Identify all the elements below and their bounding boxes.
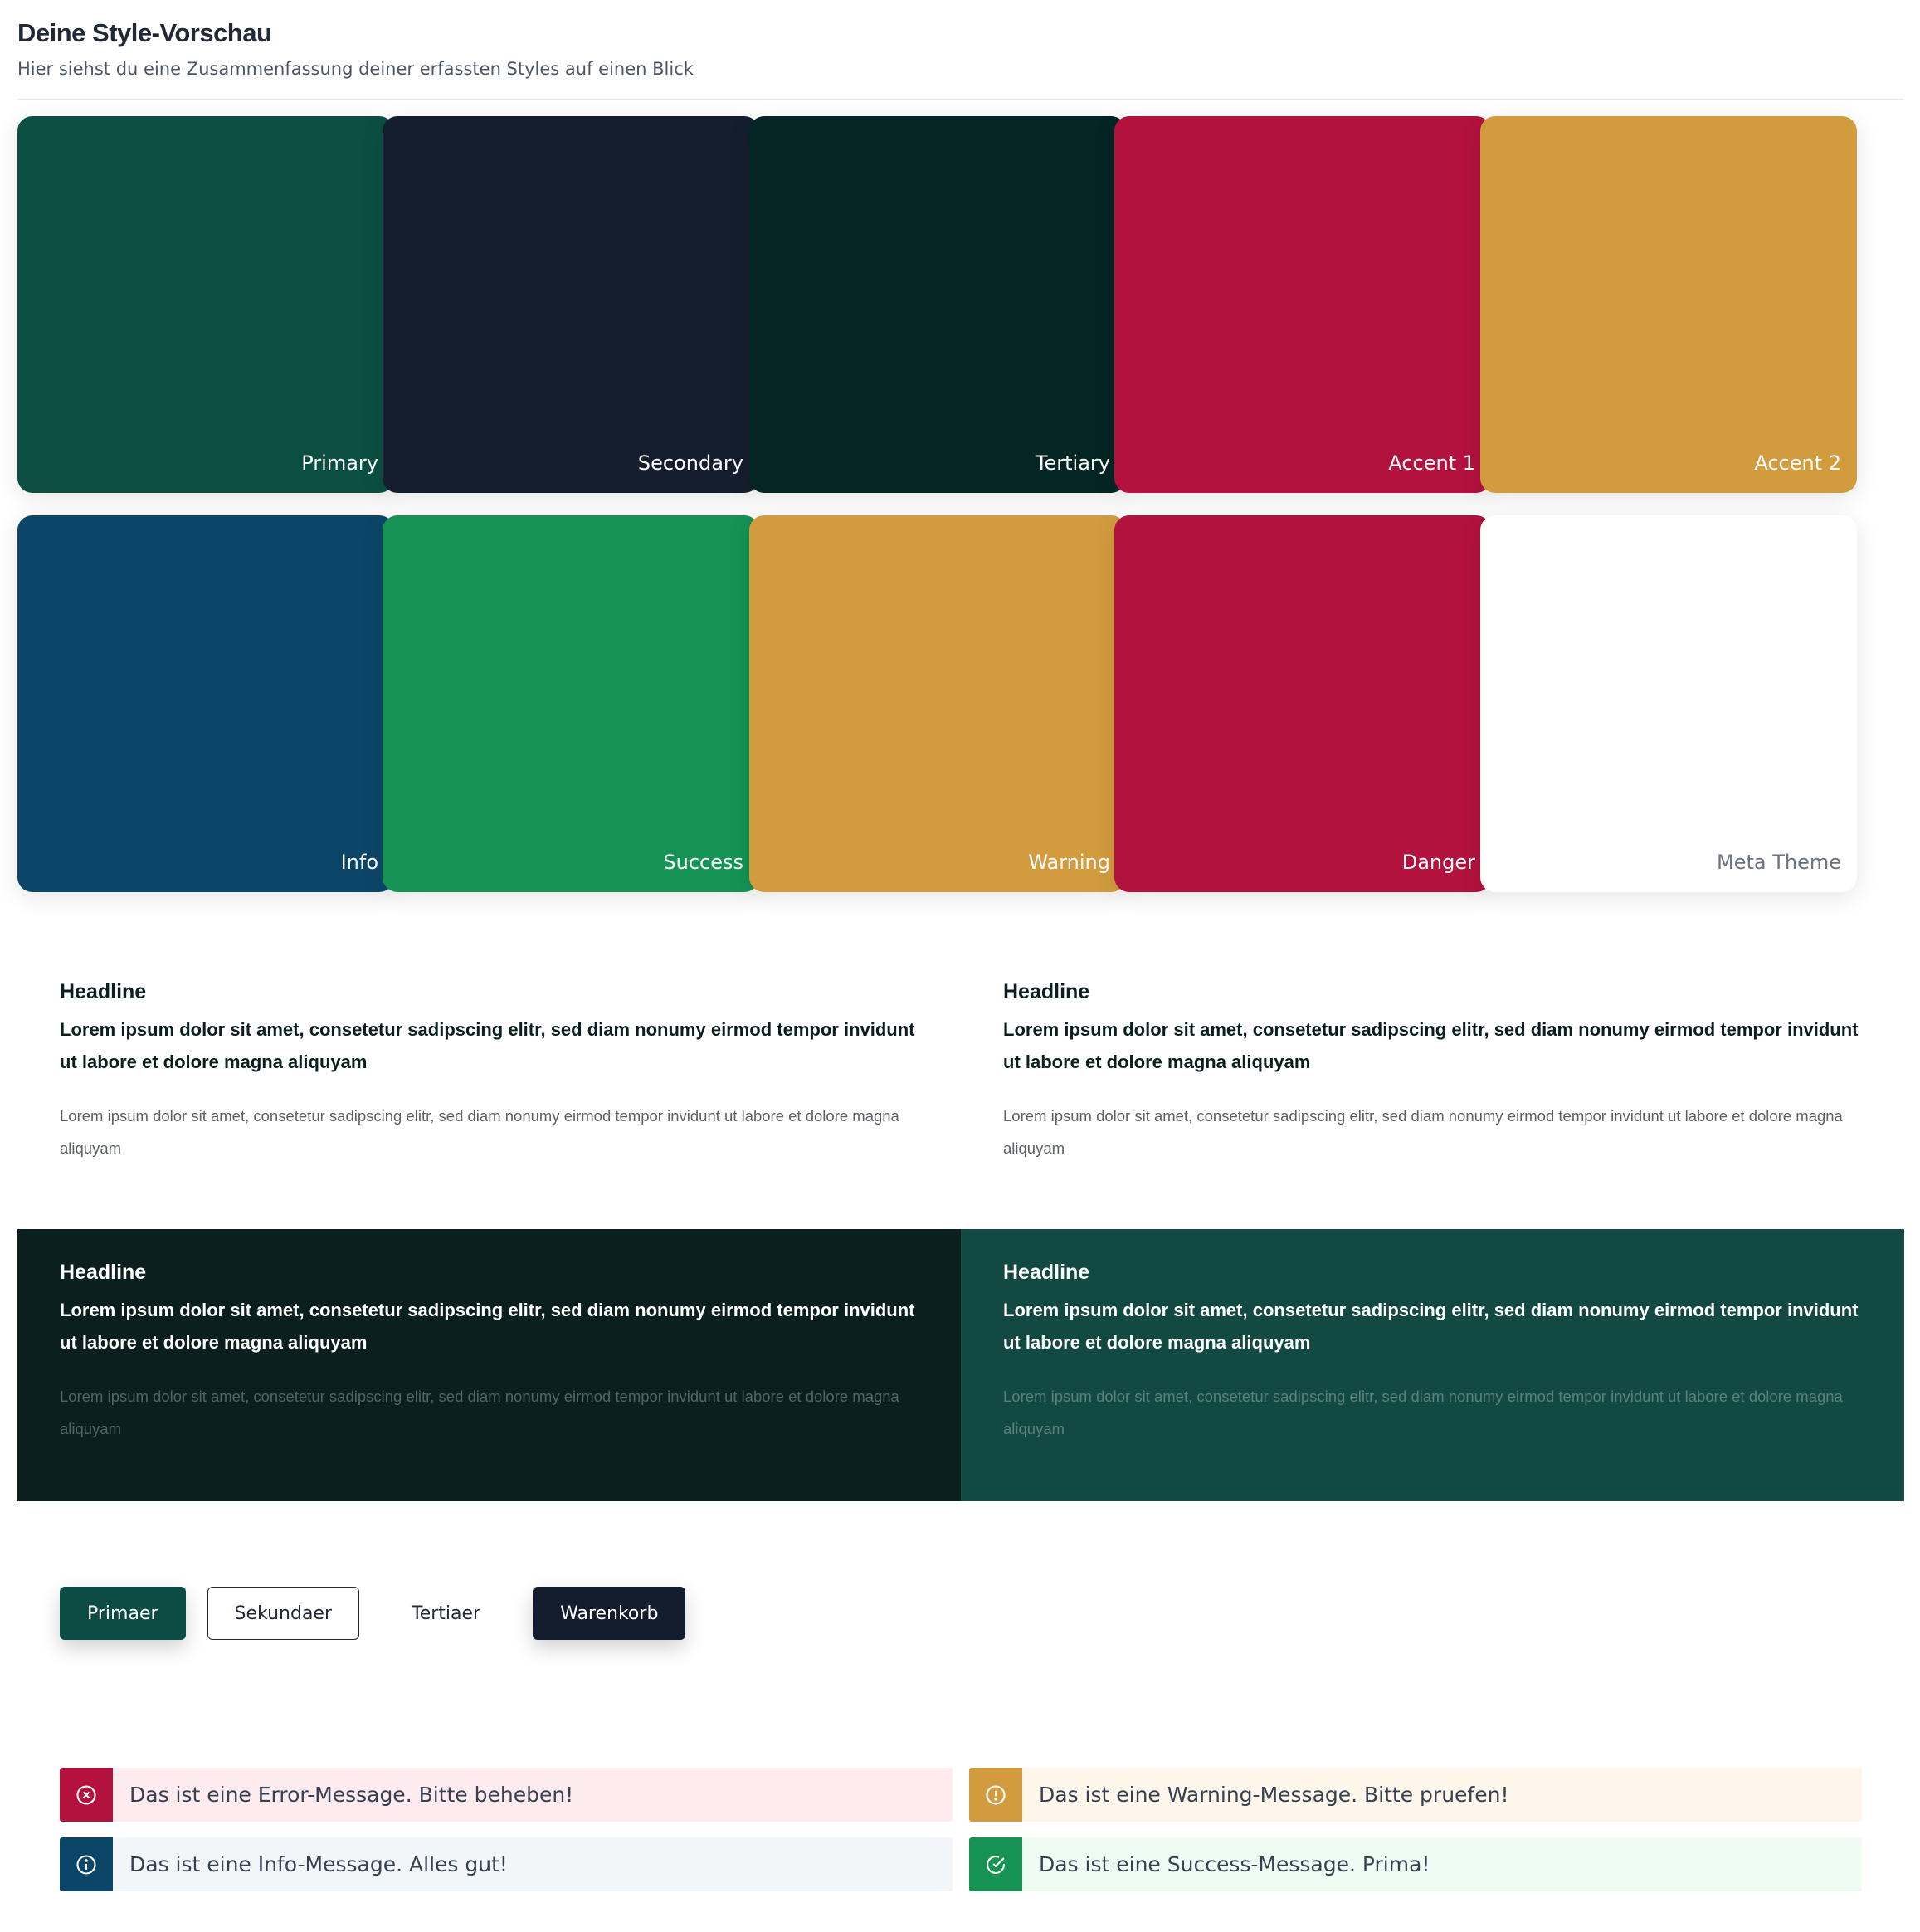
success-alert-icon-box (969, 1837, 1022, 1891)
color-swatch-grid: Primary Secondary Tertiary Accent 1 Acce… (17, 116, 1876, 915)
typography-dark-1: Headline Lorem ipsum dolor sit amet, con… (17, 1229, 961, 1501)
page-header: Deine Style-Vorschau Hier siehst du eine… (17, 17, 1904, 100)
page-title: Deine Style-Vorschau (17, 18, 272, 47)
swatch-primary: Primary (17, 116, 394, 493)
success-alert-text: Das ist eine Success-Message. Prima! (1039, 1852, 1430, 1876)
typography-body: Lorem ipsum dolor sit amet, consetetur s… (1003, 1107, 1843, 1157)
swatch-label: Info (340, 851, 378, 874)
swatch-warning: Warning (749, 515, 1126, 892)
typography-headline: Headline (60, 1261, 147, 1284)
swatch-label: Accent 1 (1388, 451, 1475, 475)
typography-dark-2: Headline Lorem ipsum dolor sit amet, con… (961, 1229, 1904, 1501)
error-alert-icon-box (60, 1768, 113, 1822)
typography-lead: Lorem ipsum dolor sit amet, consetetur s… (1003, 1300, 1859, 1353)
typography-lead: Lorem ipsum dolor sit amet, consetetur s… (60, 1019, 915, 1072)
swatch-label: Meta Theme (1717, 851, 1841, 874)
x-circle-icon (76, 1784, 96, 1805)
typography-headline: Headline (60, 980, 147, 1003)
swatch-label: Success (663, 851, 743, 874)
error-alert: Das ist eine Error-Message. Bitte behebe… (60, 1768, 953, 1822)
warning-alert-text: Das ist eine Warning-Message. Bitte prue… (1039, 1783, 1509, 1807)
typography-lead: Lorem ipsum dolor sit amet, consetetur s… (1003, 1019, 1859, 1072)
page-subtitle: Hier siehst du eine Zusammenfassung dein… (17, 59, 694, 79)
swatch-label: Primary (301, 451, 378, 475)
secondary-button[interactable]: Sekundaer (207, 1587, 360, 1640)
info-alert-text: Das ist eine Info-Message. Alles gut! (129, 1852, 508, 1876)
swatch-label: Accent 2 (1754, 451, 1841, 475)
info-circle-icon (76, 1854, 96, 1875)
swatch-label: Secondary (637, 451, 743, 475)
primary-button[interactable]: Primaer (60, 1587, 186, 1640)
swatch-danger: Danger (1114, 515, 1491, 892)
swatch-accent-2: Accent 2 (1480, 116, 1857, 493)
success-alert: Das ist eine Success-Message. Prima! (969, 1837, 1862, 1891)
typography-body: Lorem ipsum dolor sit amet, consetetur s… (60, 1107, 899, 1157)
swatch-row-status: Info Success Warning Danger Meta Theme (17, 515, 1876, 892)
button-preview: Primaer Sekundaer Tertiaer Warenkorb (60, 1587, 686, 1640)
warning-alert: Das ist eine Warning-Message. Bitte prue… (969, 1768, 1862, 1822)
typography-body: Lorem ipsum dolor sit amet, consetetur s… (1003, 1388, 1843, 1437)
swatch-tertiary: Tertiary (749, 116, 1126, 493)
info-alert: Das ist eine Info-Message. Alles gut! (60, 1837, 953, 1891)
swatch-success: Success (383, 515, 759, 892)
warning-alert-icon-box (969, 1768, 1022, 1822)
cart-button[interactable]: Warenkorb (533, 1587, 686, 1640)
typography-headline: Headline (1003, 980, 1090, 1003)
typography-headline: Headline (1003, 1261, 1090, 1284)
error-alert-text: Das ist eine Error-Message. Bitte behebe… (129, 1783, 574, 1807)
swatch-meta-theme: Meta Theme (1480, 515, 1857, 892)
swatch-row-brand: Primary Secondary Tertiary Accent 1 Acce… (17, 116, 1876, 493)
check-circle-icon (987, 1855, 1005, 1874)
alert-circle-icon (986, 1784, 1006, 1805)
typography-body: Lorem ipsum dolor sit amet, consetetur s… (60, 1388, 899, 1437)
swatch-accent-1: Accent 1 (1114, 116, 1491, 493)
swatch-label: Tertiary (1035, 451, 1110, 475)
tertiary-button[interactable]: Tertiaer (381, 1587, 511, 1640)
typography-light-1: Headline Lorem ipsum dolor sit amet, con… (17, 949, 961, 1194)
swatch-info: Info (17, 515, 394, 892)
swatch-label: Danger (1401, 851, 1475, 874)
typography-lead: Lorem ipsum dolor sit amet, consetetur s… (60, 1300, 915, 1353)
typography-light-2: Headline Lorem ipsum dolor sit amet, con… (961, 949, 1904, 1194)
swatch-secondary: Secondary (383, 116, 759, 493)
swatch-label: Warning (1028, 851, 1110, 874)
info-alert-icon-box (60, 1837, 113, 1891)
